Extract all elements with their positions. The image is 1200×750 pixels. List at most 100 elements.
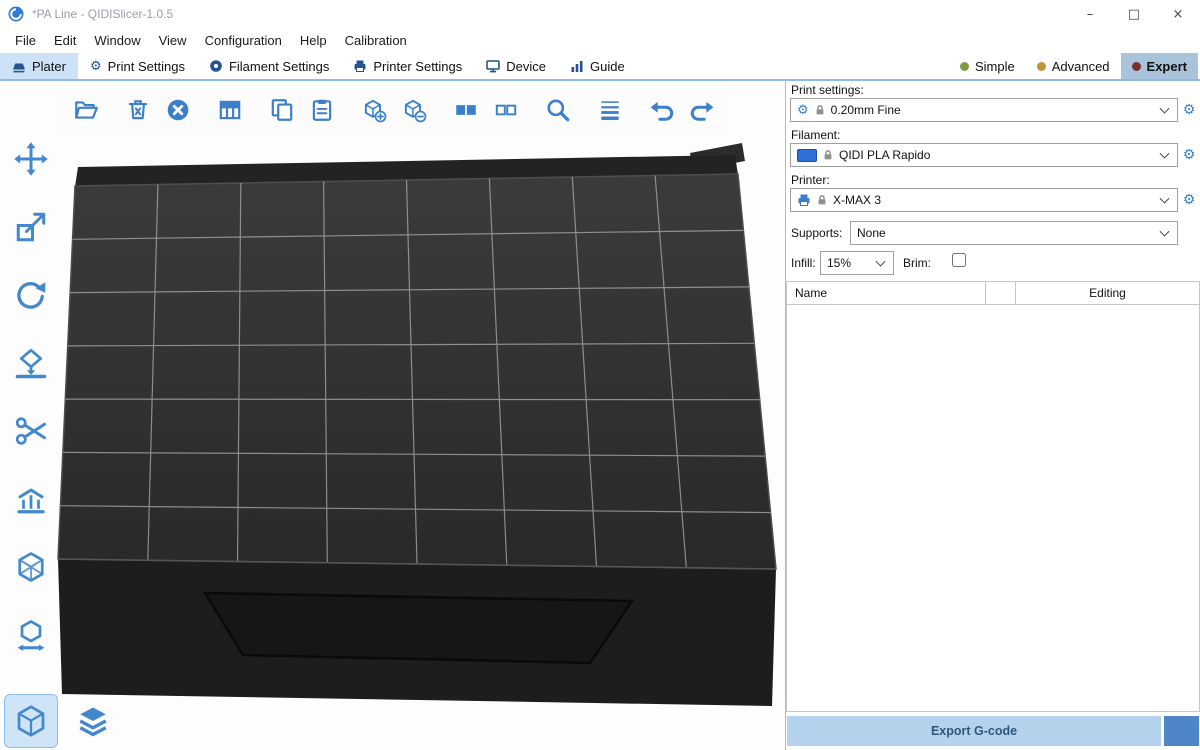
copy-icon [269,97,295,123]
print-settings-label: Print settings: [791,83,864,97]
tab-printer-settings-label: Printer Settings [373,59,462,74]
guide-icon [570,59,584,73]
editor-view-button[interactable] [4,694,58,748]
lock-icon [823,149,833,161]
build-plate[interactable] [0,81,786,750]
search-button[interactable] [540,90,576,130]
export-options-button[interactable] [1164,716,1199,746]
menu-calibration[interactable]: Calibration [336,30,416,51]
redo-icon [689,97,715,123]
printer-label: Printer: [791,173,830,187]
preview-layers-icon [75,703,111,739]
close-button[interactable]: × [1156,0,1200,28]
menu-configuration[interactable]: Configuration [196,30,291,51]
titlebar: *PA Line - QIDISlicer-1.0.5 – □ × [0,0,1200,28]
chevron-down-icon [1160,194,1170,204]
plater-icon [12,59,26,73]
menu-window[interactable]: Window [85,30,149,51]
delete-all-button[interactable] [160,90,196,130]
filament-gear-button[interactable]: ⚙ [1180,145,1198,165]
menu-edit[interactable]: Edit [45,30,85,51]
scale-tool-button[interactable] [4,199,58,255]
tab-filament-settings[interactable]: Filament Settings [197,53,341,79]
cube-wireframe-button[interactable] [4,539,58,595]
printer-select[interactable]: X-MAX 3 [790,188,1178,212]
variable-layer-height-button[interactable] [592,90,628,130]
device-icon [486,59,500,73]
tab-plater[interactable]: Plater [0,53,78,79]
viewport-3d[interactable] [0,81,786,750]
lock-icon [815,104,825,116]
mode-simple[interactable]: Simple [949,53,1026,79]
supports-value: None [857,226,886,240]
remove-instance-icon [401,97,427,123]
supports-select[interactable]: None [850,221,1178,245]
maximize-button[interactable]: □ [1112,0,1156,28]
filament-select[interactable]: QIDI PLA Rapido [790,143,1178,167]
arrange-button[interactable] [212,90,248,130]
add-instance-icon [361,97,387,123]
infill-label: Infill: [791,256,816,270]
mode-advanced[interactable]: Advanced [1026,53,1121,79]
split-objects-button[interactable] [448,90,484,130]
main-area: Print settings: ⚙ 0.20mm Fine ⚙ Filament… [0,81,1200,750]
remove-instance-button[interactable] [396,90,432,130]
print-settings-icon: ⚙ [90,60,102,73]
print-settings-select[interactable]: ⚙ 0.20mm Fine [790,98,1178,122]
place-on-face-button[interactable] [4,335,58,391]
measure-tool-button[interactable] [4,607,58,663]
scale-icon [13,209,49,245]
infill-select[interactable]: 15% [820,251,894,275]
tab-guide[interactable]: Guide [558,53,637,79]
redo-button[interactable] [684,90,720,130]
printer-gear-button[interactable]: ⚙ [1180,190,1198,210]
split-parts-icon [493,97,519,123]
object-list-header: Name Editing [786,281,1200,305]
mode-expert[interactable]: Expert [1121,53,1198,79]
filament-value: QIDI PLA Rapido [839,148,930,162]
app-logo-icon [8,6,24,22]
menu-file[interactable]: File [6,30,45,51]
menu-help[interactable]: Help [291,30,336,51]
support-paint-button[interactable] [4,471,58,527]
rotate-tool-button[interactable] [4,267,58,323]
menubar: File Edit Window View Configuration Help… [0,28,1200,53]
tab-device[interactable]: Device [474,53,558,79]
minimize-button[interactable]: – [1068,0,1112,28]
menu-view[interactable]: View [150,30,196,51]
object-list[interactable] [786,305,1200,712]
column-name[interactable]: Name [787,282,986,304]
open-button[interactable] [68,90,104,130]
move-tool-button[interactable] [4,131,58,187]
split-parts-button[interactable] [488,90,524,130]
gizmo-toolbar [4,131,58,663]
split-objects-icon [453,97,479,123]
editor-view-cube-icon [13,703,49,739]
expert-mode-dot [1132,62,1141,71]
cut-tool-button[interactable] [4,403,58,459]
print-settings-gear-button[interactable]: ⚙ [1180,100,1198,120]
delete-button[interactable] [120,90,156,130]
undo-button[interactable] [644,90,680,130]
column-editing[interactable]: Editing [1016,282,1199,304]
filament-color-swatch [797,149,817,162]
filament-label: Filament: [791,128,840,142]
brim-checkbox[interactable] [952,253,966,267]
plater-toolbar [60,87,728,133]
copy-button[interactable] [264,90,300,130]
lock-icon [817,194,827,206]
variable-layer-height-icon [597,97,623,123]
preview-view-button[interactable] [66,694,120,748]
export-gcode-button[interactable]: Export G-code [787,716,1161,746]
tab-print-settings[interactable]: ⚙ Print Settings [78,53,197,79]
tab-printer-settings[interactable]: Printer Settings [341,53,474,79]
undo-icon [649,97,675,123]
chevron-down-icon [876,257,886,267]
add-instance-button[interactable] [356,90,392,130]
cube-wireframe-icon [13,549,49,585]
brim-label: Brim: [903,256,931,270]
column-extruder[interactable] [986,282,1016,304]
paste-icon [309,97,335,123]
paste-button[interactable] [304,90,340,130]
tab-guide-label: Guide [590,59,625,74]
